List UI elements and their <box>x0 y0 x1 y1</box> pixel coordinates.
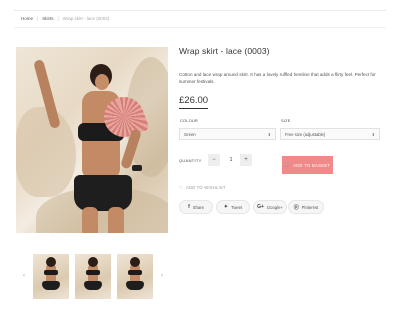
thumbnail-image[interactable] <box>33 253 69 299</box>
product-description: Cotton and lace wrap around skirt. It ha… <box>179 72 376 84</box>
add-to-basket-label: ADD TO BASKET <box>293 162 331 168</box>
breadcrumb-home[interactable]: Home <box>21 16 33 21</box>
quantity-increase-button[interactable]: + <box>240 154 252 166</box>
thumbnail-strip: ‹ › <box>18 253 173 299</box>
thumbnail-next-arrow[interactable]: › <box>156 273 168 279</box>
colour-label: COLOUR <box>180 119 199 123</box>
top-divider <box>14 10 386 11</box>
size-select-value: Free size (adjustable) <box>285 131 326 137</box>
rock-shape <box>16 107 76 197</box>
share-label: Share <box>192 204 204 210</box>
pinterest-icon: ⓟ <box>293 204 299 211</box>
chevron-updown-icon: ⬍ <box>267 131 271 137</box>
twitter-icon: ✦ <box>223 204 228 210</box>
colour-select[interactable]: Green ⬍ <box>179 128 276 140</box>
tweet-button[interactable]: ✦ Tweet <box>216 200 250 214</box>
model-leg <box>82 207 98 233</box>
google-plus-label: Google+ <box>266 204 283 210</box>
size-select[interactable]: Free size (adjustable) ⬍ <box>280 128 380 140</box>
thumb-model-head <box>130 256 140 267</box>
product-main-image[interactable] <box>16 47 168 233</box>
thumb-model-skirt <box>42 280 60 290</box>
thumbnail-prev-arrow[interactable]: ‹ <box>18 273 30 279</box>
quantity-label: QUANTITY <box>179 158 202 163</box>
tweet-label: Tweet <box>231 204 243 210</box>
thumbnail-image[interactable] <box>75 253 111 299</box>
product-price: £26.00 <box>179 95 209 109</box>
breadcrumb-current: Wrap skirt - lace (0003) <box>62 16 110 21</box>
model-leg <box>108 207 124 233</box>
pinterest-label: Pinterest <box>301 204 319 210</box>
pinterest-button[interactable]: ⓟ Pinterest <box>288 200 324 214</box>
thumbnail-image[interactable] <box>117 253 153 299</box>
thumb-model-skirt <box>84 280 102 290</box>
thumb-model-top <box>86 269 100 275</box>
thumb-model-top <box>44 269 58 275</box>
facebook-icon: f <box>188 204 190 210</box>
breadcrumb-separator: | <box>37 16 39 21</box>
quantity-decrease-button[interactable]: − <box>208 154 220 166</box>
add-to-wishlist-link[interactable]: ♡ ADD TO WISHLIST <box>179 185 226 190</box>
breadcrumb-category[interactable]: Skirts <box>42 16 53 21</box>
breadcrumb-separator: | <box>57 16 59 21</box>
quantity-input[interactable]: 1 <box>222 154 240 166</box>
model-skirt <box>74 175 132 211</box>
add-to-basket-button[interactable]: 🛒 ADD TO BASKET <box>282 156 333 174</box>
size-label: SIZE <box>281 119 291 123</box>
heart-icon: ♡ <box>179 185 183 190</box>
google-plus-button[interactable]: G+ Google+ <box>253 200 287 214</box>
thumb-model-top <box>128 269 142 275</box>
thumb-model-head <box>88 256 98 267</box>
thumb-model-head <box>46 256 56 267</box>
breadcrumb: Home | Skirts | Wrap skirt - lace (0003) <box>21 16 109 21</box>
share-button[interactable]: f Share <box>179 200 213 214</box>
wishlist-label: ADD TO WISHLIST <box>185 185 226 190</box>
basket-icon: 🛒 <box>284 162 291 167</box>
thumb-model-skirt <box>126 280 144 290</box>
product-title: Wrap skirt - lace (0003) <box>179 46 270 56</box>
chevron-updown-icon: ⬍ <box>371 131 375 137</box>
google-plus-icon: G+ <box>257 204 264 210</box>
model-watch <box>132 165 142 171</box>
colour-select-value: Green <box>184 131 196 137</box>
breadcrumb-divider <box>14 27 386 28</box>
model-face <box>95 74 109 90</box>
